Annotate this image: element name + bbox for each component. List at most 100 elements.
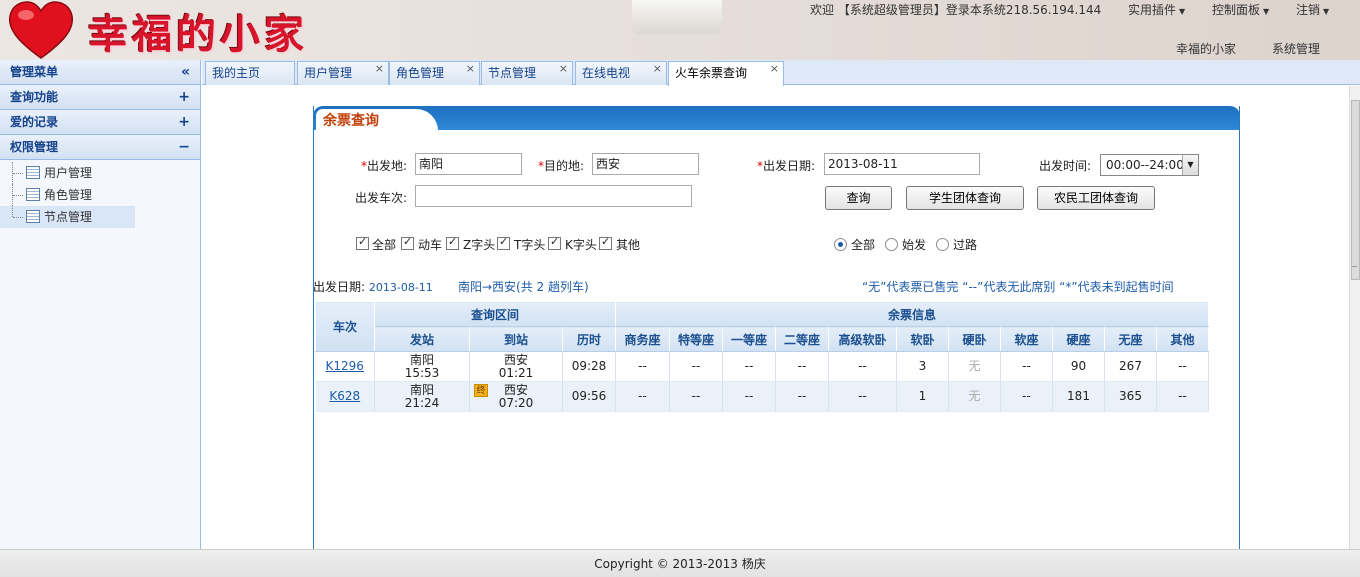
header-from: 发站 bbox=[374, 326, 470, 352]
tab-role-management[interactable]: 角色管理 × bbox=[389, 61, 480, 85]
sidebar-header-menu[interactable]: 管理菜单 « bbox=[0, 60, 200, 85]
checkbox-other-label: 其他 bbox=[616, 238, 641, 252]
radio-passing-label: 过路 bbox=[953, 238, 978, 252]
to-label-text: 目的地: bbox=[544, 159, 585, 173]
student-group-query-button[interactable]: 学生团体查询 bbox=[906, 186, 1024, 210]
menu-plugins[interactable]: 实用插件 ▼ bbox=[1128, 1, 1185, 18]
tab-home[interactable]: 我的主页 bbox=[205, 61, 295, 85]
from-label-text: 出发地: bbox=[367, 159, 408, 173]
checkbox-t-label: T字头 bbox=[514, 238, 546, 252]
link-home[interactable]: 幸福的小家 bbox=[1176, 40, 1236, 57]
departure-time: 15:53 bbox=[404, 365, 440, 380]
seat-cell: -- bbox=[828, 381, 897, 412]
document-icon bbox=[26, 210, 40, 223]
scrollbar-grip bbox=[1352, 266, 1357, 267]
sidebar-section-query[interactable]: 查询功能 + bbox=[0, 85, 200, 110]
tree-line bbox=[13, 173, 23, 174]
radio-origin[interactable] bbox=[885, 238, 898, 251]
close-icon[interactable]: × bbox=[375, 58, 384, 80]
train-no-label: 出发车次: bbox=[355, 191, 408, 205]
query-button[interactable]: 查询 bbox=[825, 186, 892, 210]
to-station-input[interactable]: 西安 bbox=[592, 153, 699, 175]
summary-route: 南阳→西安(共 2 趟列车) bbox=[458, 280, 589, 294]
app-header: 幸福的小家 欢迎 【系统超级管理员】登录本系统218.56.194.144 实用… bbox=[0, 0, 1360, 60]
seat-cell: -- bbox=[1000, 351, 1053, 382]
radio-passing[interactable] bbox=[936, 238, 949, 251]
seat-cell: -- bbox=[775, 381, 829, 412]
header-tickets: 余票信息 bbox=[615, 301, 1209, 327]
seat-cell: 3 bbox=[896, 351, 949, 382]
close-icon[interactable]: × bbox=[559, 58, 568, 80]
checkbox-z[interactable] bbox=[446, 235, 459, 250]
radio-origin-label: 始发 bbox=[902, 238, 927, 252]
from-label: *出发地: bbox=[361, 157, 407, 174]
menu-logout[interactable]: 注销 ▼ bbox=[1296, 1, 1329, 18]
header-first-class: 一等座 bbox=[722, 326, 776, 352]
table-row: K1296 南阳 15:53 西安 01:21 09:28 -- -- -- -- … bbox=[315, 351, 1209, 382]
collapse-icon[interactable]: − bbox=[178, 135, 190, 159]
date-input[interactable]: 2013-08-11 bbox=[824, 153, 980, 175]
header-deluxe-sleeper: 高级软卧 bbox=[828, 326, 897, 352]
close-icon[interactable]: × bbox=[653, 58, 662, 80]
menu-control-panel[interactable]: 控制面板 ▼ bbox=[1212, 1, 1269, 18]
tab-user-management[interactable]: 用户管理 × bbox=[297, 61, 389, 85]
checkbox-k-label: K字头 bbox=[565, 238, 597, 252]
tab-label: 角色管理 bbox=[396, 66, 445, 80]
checkbox-emu[interactable] bbox=[401, 235, 414, 250]
departure-time: 21:24 bbox=[404, 395, 440, 410]
train-cell: K628 bbox=[315, 381, 375, 412]
tab-online-tv[interactable]: 在线电视 × bbox=[575, 61, 667, 85]
expand-icon[interactable]: + bbox=[178, 110, 190, 134]
tab-label: 我的主页 bbox=[212, 66, 261, 80]
scrollbar-thumb[interactable] bbox=[1351, 100, 1360, 280]
tab-node-management[interactable]: 节点管理 × bbox=[481, 61, 573, 85]
tab-train-tickets[interactable]: 火车余票查询 × bbox=[668, 61, 784, 86]
from-station-input[interactable]: 南阳 bbox=[415, 153, 522, 175]
checkbox-k[interactable] bbox=[548, 235, 561, 250]
tab-bar: 我的主页 用户管理 × 角色管理 × 节点管理 × 在线电视 × 火车余票查询 × bbox=[202, 60, 1360, 86]
sidebar-item-label: 用户管理 bbox=[44, 166, 93, 180]
menu-control-panel-label: 控制面板 bbox=[1212, 3, 1261, 17]
checkbox-emu-label: 动车 bbox=[418, 238, 443, 252]
from-station: 南阳 bbox=[409, 352, 434, 367]
close-icon[interactable]: × bbox=[770, 58, 779, 80]
header-no-seat: 无座 bbox=[1104, 326, 1157, 352]
train-link[interactable]: K1296 bbox=[326, 359, 364, 373]
results-table: 车次 查询区间 余票信息 发站 到站 历时 商务座 特等座 一等座 二等座 高级… bbox=[315, 301, 1209, 412]
expand-icon[interactable]: + bbox=[178, 85, 190, 109]
worker-group-query-button[interactable]: 农民工团体查询 bbox=[1037, 186, 1155, 210]
header-business: 商务座 bbox=[615, 326, 670, 352]
header-soft-seat: 软座 bbox=[1000, 326, 1053, 352]
time-select[interactable]: 00:00--24:00 ▼ bbox=[1100, 154, 1199, 176]
close-icon[interactable]: × bbox=[466, 58, 475, 80]
sidebar-section-love-records[interactable]: 爱的记录 + bbox=[0, 110, 200, 135]
sidebar-header-label: 管理菜单 bbox=[10, 65, 59, 79]
vertical-scrollbar[interactable] bbox=[1349, 86, 1360, 549]
header-hard-sleeper: 硬卧 bbox=[948, 326, 1001, 352]
to-cell: 终西安 07:20 bbox=[469, 381, 563, 412]
seat-cell: -- bbox=[775, 351, 829, 382]
to-station: 西安 bbox=[503, 352, 528, 367]
seat-cell: 365 bbox=[1104, 381, 1157, 412]
seat-cell: 181 bbox=[1052, 381, 1105, 412]
sidebar-item-node-management[interactable]: 节点管理 bbox=[0, 206, 135, 228]
header-premium: 特等座 bbox=[669, 326, 723, 352]
sidebar-item-role-management[interactable]: 角色管理 bbox=[0, 184, 135, 206]
checkbox-all[interactable] bbox=[356, 235, 369, 250]
summary-date-label: 出发日期: bbox=[313, 280, 366, 294]
sidebar-section-permissions[interactable]: 权限管理 − bbox=[0, 135, 200, 160]
seat-cell: -- bbox=[722, 381, 776, 412]
menu-logout-label: 注销 bbox=[1296, 3, 1321, 17]
seat-cell: 1 bbox=[896, 381, 949, 412]
collapse-icon[interactable]: « bbox=[181, 60, 190, 84]
from-cell: 南阳 15:53 bbox=[374, 351, 470, 382]
train-link[interactable]: K628 bbox=[329, 389, 360, 403]
seat-cell: -- bbox=[669, 381, 723, 412]
sidebar-item-user-management[interactable]: 用户管理 bbox=[0, 162, 135, 184]
radio-all[interactable] bbox=[834, 238, 847, 251]
train-no-input[interactable] bbox=[415, 185, 692, 207]
link-system-admin[interactable]: 系统管理 bbox=[1272, 40, 1320, 57]
checkbox-t[interactable] bbox=[497, 235, 510, 250]
checkbox-other[interactable] bbox=[599, 235, 612, 250]
sidebar-item-label: 角色管理 bbox=[44, 188, 93, 202]
